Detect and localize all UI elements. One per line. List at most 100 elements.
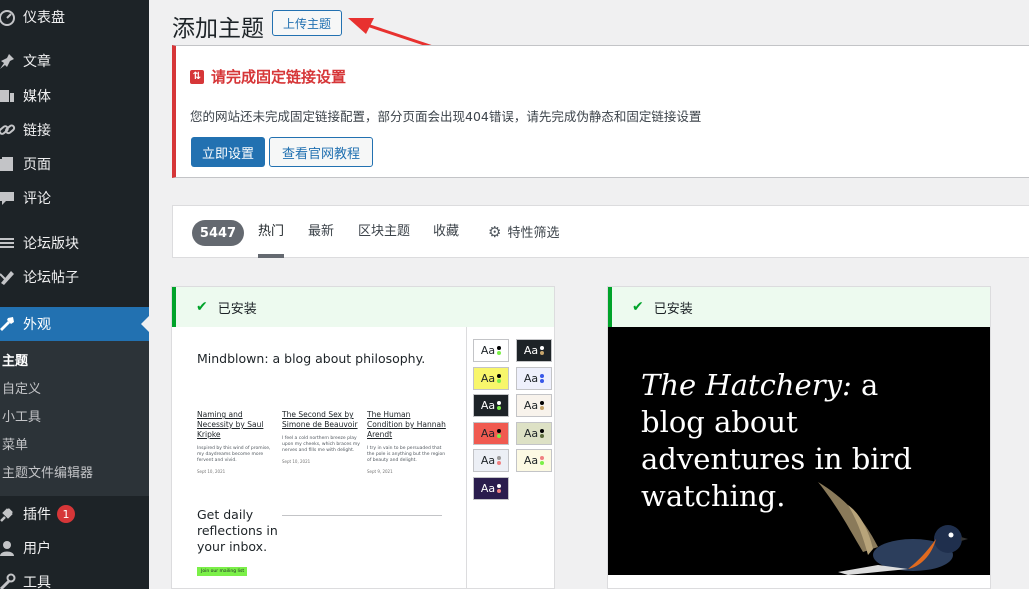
swatch-label: Aa [480, 426, 496, 440]
preview-newsletter-text: Get daily reflections in your inbox. [197, 507, 278, 554]
warning-icon: ⇅ [190, 69, 204, 84]
preview-post-title: The Human Condition by Hannah Arendt [367, 410, 446, 439]
preview-post-title: The Second Sex by Simone de Beauvoir [282, 410, 358, 429]
style-swatch: Aa [516, 394, 552, 417]
preview-post: The Second Sex by Simone de Beauvoir I f… [282, 410, 362, 464]
setup-now-button[interactable]: 立即设置 [191, 137, 265, 167]
sidebar-item-label: 论坛帖子 [23, 270, 79, 286]
sidebar-item-media[interactable]: 媒体 [0, 79, 149, 113]
media-icon [0, 86, 18, 106]
preview-post-date: Sept 10, 2021 [282, 459, 311, 464]
tab-popular[interactable]: 热门 [258, 206, 285, 258]
installed-label: 已安装 [217, 301, 257, 317]
appearance-submenu: 主题 自定义 小工具 菜单 主题文件编辑器 [0, 341, 149, 496]
sidebar-item-posts[interactable]: 文章 [0, 44, 149, 78]
preview-post-date: Sept 9, 2021 [367, 469, 393, 474]
link-icon [0, 120, 18, 140]
pin-icon [0, 51, 18, 71]
style-swatch: Aa [516, 449, 552, 472]
preview-divider [282, 515, 442, 516]
sidebar-item-label: 外观 [23, 317, 51, 333]
notice-title-text: 请完成固定链接设置 [211, 68, 347, 86]
swatch-label: Aa [480, 399, 496, 412]
sidebar-item-appearance[interactable]: 外观 [0, 307, 149, 341]
submenu-item-customize[interactable]: 自定义 [0, 376, 149, 404]
swatch-label: Aa [523, 426, 539, 440]
bird-illustration-icon [818, 482, 968, 575]
theme-screenshot[interactable]: Mindblown: a blog about philosophy. Nami… [172, 327, 554, 588]
dashboard-icon [0, 7, 18, 27]
plugin-update-badge: 1 [57, 505, 75, 523]
style-swatch: Aa [473, 366, 509, 390]
sidebar-item-label: 用户 [23, 541, 51, 557]
swatch-label: Aa [480, 344, 496, 357]
preview-post-date: Sept 10, 2021 [197, 469, 226, 474]
style-swatch: Aa [473, 394, 509, 417]
tab-feature-filter[interactable]: ⚙ 特性筛选 [488, 206, 559, 258]
style-swatch: Aa [516, 339, 552, 362]
notice-title: ⇅ 请完成固定链接设置 [190, 66, 346, 87]
sidebar-item-plugins[interactable]: 插件 1 [0, 497, 149, 531]
swatch-label: Aa [480, 454, 496, 467]
preview-post: The Human Condition by Hannah Arendt I t… [367, 410, 447, 474]
theme-filter-bar: 5447 热门 最新 区块主题 收藏 ⚙ 特性筛选 [172, 205, 1029, 258]
swatch-label: Aa [523, 399, 539, 412]
upload-theme-button[interactable]: 上传主题 [272, 10, 342, 36]
permalink-notice: ⇅ 请完成固定链接设置 您的网站还未完成固定链接配置，部分页面会出现404错误，… [172, 45, 1029, 178]
tab-latest[interactable]: 最新 [308, 206, 334, 258]
preview-site-title: Mindblown: a blog about philosophy. [197, 351, 426, 366]
page-title: 添加主题 [172, 16, 264, 42]
submenu-item-themes[interactable]: 主题 [0, 348, 149, 376]
sidebar-item-label: 评论 [23, 191, 51, 207]
tab-favorites[interactable]: 收藏 [433, 206, 459, 258]
comment-icon [0, 188, 18, 208]
view-tutorial-button[interactable]: 查看官网教程 [269, 137, 373, 167]
theme-card[interactable]: ✔ 已安装 The Hatchery: a blog about adventu… [607, 286, 991, 589]
tab-feature-filter-label: 特性筛选 [507, 226, 560, 241]
sidebar-item-tools[interactable]: 工具 [0, 565, 149, 589]
plugin-icon [0, 504, 18, 524]
page-icon [0, 154, 18, 174]
installed-notice: ✔ 已安装 [608, 287, 990, 327]
submenu-item-theme-editor[interactable]: 主题文件编辑器 [0, 460, 149, 488]
sidebar-separator [0, 38, 149, 39]
sidebar-item-label: 页面 [23, 157, 51, 173]
preview-join-button: Join our mailing list [197, 567, 247, 576]
user-icon [0, 538, 18, 558]
tab-block-themes[interactable]: 区块主题 [358, 206, 410, 258]
sidebar-item-dashboard[interactable]: 仪表盘 [0, 0, 149, 34]
sidebar-item-label: 插件 [23, 507, 51, 523]
admin-sidebar: 仪表盘 文章 媒体 链接 页面 评论 论坛版块 论坛帖子 外观 主题 自定义 小… [0, 0, 149, 589]
sidebar-item-forums[interactable]: 论坛版块 [0, 226, 149, 260]
sidebar-item-label: 工具 [23, 575, 51, 589]
sidebar-item-label: 论坛版块 [23, 236, 79, 252]
sidebar-item-links[interactable]: 链接 [0, 113, 149, 147]
swatch-label: Aa [480, 481, 496, 495]
theme-screenshot[interactable]: The Hatchery: a blog about adventures in… [608, 327, 990, 575]
preview-post-excerpt: I feel a cold northern breeze play upon … [282, 436, 360, 453]
theme-card[interactable]: ✔ 已安装 Mindblown: a blog about philosophy… [171, 286, 555, 589]
submenu-item-widgets[interactable]: 小工具 [0, 404, 149, 432]
gear-icon: ⚙ [488, 223, 502, 241]
style-swatch: Aa [473, 339, 509, 362]
preview-post: Naming and Necessity by Saul Kripke Insp… [197, 410, 277, 474]
style-swatch: Aa [473, 476, 509, 500]
theme-count-badge: 5447 [192, 220, 244, 246]
style-variation-palette: Aa Aa Aa Aa Aa Aa Aa Aa Aa Aa Aa [466, 327, 554, 588]
swatch-label: Aa [523, 344, 539, 357]
swatch-label: Aa [480, 371, 496, 385]
installed-label: 已安装 [653, 301, 693, 317]
sidebar-item-pages[interactable]: 页面 [0, 147, 149, 181]
sidebar-item-forum-topics[interactable]: 论坛帖子 [0, 260, 149, 294]
sidebar-item-users[interactable]: 用户 [0, 531, 149, 565]
sidebar-item-comments[interactable]: 评论 [0, 181, 149, 215]
swatch-label: Aa [523, 371, 539, 385]
style-swatch: Aa [516, 366, 552, 390]
swatch-label: Aa [523, 454, 539, 467]
checkmark-icon: ✔ [196, 299, 208, 315]
forum-topic-icon [0, 267, 18, 287]
preview-post-excerpt: I try in vain to be persuaded that the p… [367, 446, 446, 463]
sidebar-item-label: 仪表盘 [23, 10, 65, 26]
sidebar-item-label: 媒体 [23, 89, 51, 105]
submenu-item-menus[interactable]: 菜单 [0, 432, 149, 460]
